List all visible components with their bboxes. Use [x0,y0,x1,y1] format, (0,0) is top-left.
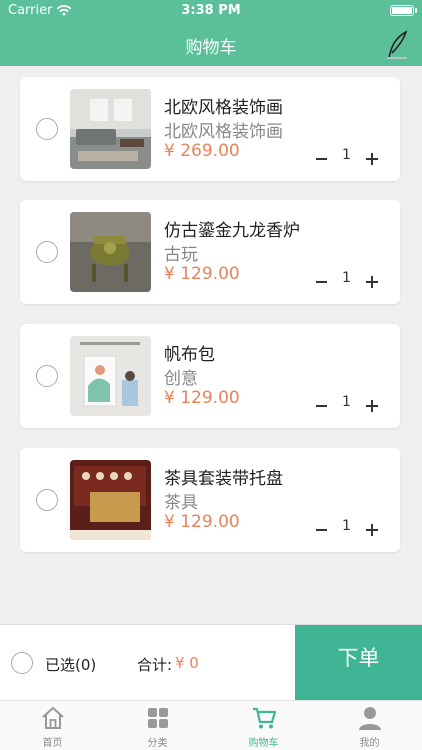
decrease-button[interactable] [314,151,330,167]
tab-label: 分类 [147,738,168,749]
product-subtitle: 创意 [164,369,198,389]
home-icon [42,706,64,729]
cart-item: 帆布包 创意 ¥ 129.00 1 [20,324,400,428]
increase-button[interactable] [364,151,380,167]
decrease-button[interactable] [314,274,330,290]
product-price: ¥ 129.00 [164,512,240,532]
product-name: 仿古鎏金九龙香炉 [164,221,300,241]
product-subtitle: 古玩 [164,245,198,265]
total-value: ¥ 0 [175,654,199,672]
item-checkbox[interactable] [36,365,58,387]
product-image[interactable] [70,460,151,540]
product-subtitle: 茶具 [164,493,198,513]
select-all-checkbox[interactable] [11,652,33,674]
tab-home[interactable]: 首页 [0,701,105,750]
increase-button[interactable] [364,398,380,414]
cart-item: 茶具套装带托盘 茶具 ¥ 129.00 1 [20,448,400,552]
page-title: 购物车 [185,38,237,58]
item-checkbox[interactable] [36,118,58,140]
item-checkbox[interactable] [36,489,58,511]
tab-label: 首页 [42,738,63,749]
tab-category[interactable]: 分类 [105,701,210,750]
product-image[interactable] [70,336,151,416]
decrease-button[interactable] [314,398,330,414]
pen-icon[interactable] [384,30,410,60]
product-image[interactable] [70,89,151,169]
tab-cart[interactable]: 购物车 [211,701,316,750]
checkout-bar: 已选(0) 合计: ¥ 0 下单 [0,624,422,701]
product-price: ¥ 269.00 [164,141,240,161]
status-bar: Carrier 3:38 PM [0,0,422,22]
product-name: 北欧风格装饰画 [164,98,283,118]
tab-label: 我的 [359,738,380,749]
cart-item: 北欧风格装饰画 北欧风格装饰画 ¥ 269.00 1 [20,77,400,181]
user-icon [359,707,381,730]
grid-icon [148,708,168,728]
cart-icon [253,707,277,729]
product-price: ¥ 129.00 [164,388,240,408]
cart-item: 仿古鎏金九龙香炉 古玩 ¥ 129.00 1 [20,200,400,304]
quantity-value: 1 [342,147,351,163]
selected-count: 已选(0) [45,656,97,674]
quantity-value: 1 [342,394,351,410]
item-checkbox[interactable] [36,241,58,263]
status-time: 3:38 PM [181,3,241,18]
increase-button[interactable] [364,522,380,538]
product-price: ¥ 129.00 [164,264,240,284]
battery-icon [390,5,417,16]
product-image[interactable] [70,212,151,292]
product-name: 茶具套装带托盘 [164,469,283,489]
increase-button[interactable] [364,274,380,290]
header: Carrier 3:38 PM 购物车 [0,0,422,66]
total-label: 合计: [137,656,173,674]
tab-label: 购物车 [248,738,279,749]
decrease-button[interactable] [314,522,330,538]
order-button[interactable]: 下单 [295,625,422,701]
quantity-value: 1 [342,270,351,286]
tab-bar: 首页 分类 购物车 我的 [0,700,422,750]
quantity-value: 1 [342,518,351,534]
tab-profile[interactable]: 我的 [317,701,422,750]
product-subtitle: 北欧风格装饰画 [164,122,283,142]
product-name: 帆布包 [164,345,215,365]
